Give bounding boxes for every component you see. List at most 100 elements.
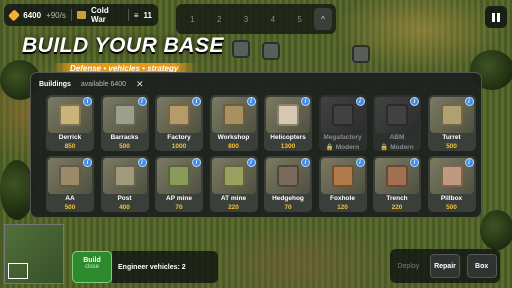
building-card-workshop[interactable]: i Workshop 800 xyxy=(209,95,258,151)
resource-bar: 6400 +90/s Cold War ≡ 11 xyxy=(4,4,158,26)
building-card-derrick[interactable]: i Derrick 850 xyxy=(46,95,94,151)
panel-title: Buildings xyxy=(39,81,71,88)
build-label: Build xyxy=(83,257,101,264)
building-card-abm[interactable]: i ABM 🔒 Modern xyxy=(373,95,421,151)
pause-button[interactable] xyxy=(485,6,507,28)
promo-banner: BUILD YOUR BASE Defense • vehicles • str… xyxy=(22,34,224,76)
level-value: 11 xyxy=(143,10,152,20)
building-card-megafactory[interactable]: i Megafactory 🔒 Modern xyxy=(318,95,367,151)
info-icon[interactable]: i xyxy=(464,97,474,106)
close-panel-button[interactable]: ✕ xyxy=(136,79,144,90)
building-price: 850 xyxy=(64,143,76,150)
building-card-factory[interactable]: i Factory 1000 xyxy=(155,95,203,151)
building-name: Helicopters xyxy=(270,134,306,141)
building-card-post[interactable]: i Post 400 xyxy=(100,156,149,212)
building-card-trench[interactable]: i Trench 220 xyxy=(373,156,421,212)
info-icon[interactable]: i xyxy=(83,158,92,167)
building-name: Post xyxy=(117,195,132,202)
info-icon[interactable]: i xyxy=(192,97,201,106)
building-card-barracks[interactable]: i Barracks 500 xyxy=(100,95,149,151)
building-price: 500 xyxy=(64,204,76,211)
building-name: Foxhole xyxy=(330,195,355,202)
building-name: Pillbox xyxy=(440,195,463,202)
info-icon[interactable]: i xyxy=(301,97,310,106)
info-icon[interactable]: i xyxy=(83,97,92,106)
expand-slots-button[interactable]: ^ xyxy=(313,8,332,30)
faction-name: Cold War xyxy=(90,6,109,24)
slot-1[interactable]: 1 xyxy=(180,8,205,30)
building-name: Hedgehog xyxy=(272,195,304,202)
slot-3[interactable]: 3 xyxy=(234,8,259,30)
building-price: 500 xyxy=(446,204,457,211)
gold-icon xyxy=(8,8,21,22)
banner-title: BUILD YOUR BASE xyxy=(22,34,224,57)
minimap[interactable] xyxy=(4,224,64,284)
building-price: 120 xyxy=(337,204,348,211)
info-icon[interactable]: i xyxy=(410,97,419,106)
map-building[interactable] xyxy=(232,40,250,58)
pause-icon xyxy=(497,12,500,22)
tree xyxy=(480,210,512,250)
building-price: 70 xyxy=(284,204,292,211)
info-icon[interactable]: i xyxy=(246,158,256,167)
tree xyxy=(0,160,34,220)
building-card-helicopters[interactable]: i Helicopters 1300 xyxy=(264,95,312,151)
info-icon[interactable]: i xyxy=(301,158,310,167)
building-name: Trench xyxy=(386,195,408,202)
info-icon[interactable]: i xyxy=(137,97,147,106)
info-icon[interactable]: i xyxy=(137,158,147,167)
building-card-at-mine[interactable]: i AT mine 220 xyxy=(209,156,258,212)
info-icon[interactable]: i xyxy=(410,158,419,167)
building-name: ABM xyxy=(389,134,405,141)
build-button[interactable]: Build close xyxy=(72,251,112,283)
map-building[interactable] xyxy=(262,42,280,60)
info-icon[interactable]: i xyxy=(355,97,365,106)
building-name: Megafactory xyxy=(323,134,362,141)
building-price: 🔒 Modern xyxy=(325,144,360,151)
building-price: 220 xyxy=(228,204,239,211)
engineer-count: Engineer vehicles: 2 xyxy=(112,251,218,283)
slot-2[interactable]: 2 xyxy=(207,8,232,30)
buildings-panel: Buildings available 6400 ✕ i Derrick 850 i B… xyxy=(30,72,482,218)
building-card-aa[interactable]: i AA 500 xyxy=(46,156,94,212)
info-icon[interactable]: i xyxy=(464,158,474,167)
building-name: Derrick xyxy=(58,134,82,141)
building-card-pillbox[interactable]: i Pillbox 500 xyxy=(427,156,476,212)
pause-icon xyxy=(492,12,495,22)
info-icon[interactable]: i xyxy=(246,97,256,106)
building-card-turret[interactable]: i Turret 500 xyxy=(427,95,476,151)
minimap-viewport[interactable] xyxy=(8,263,28,279)
building-price: 🔒 Modern xyxy=(380,144,414,151)
building-name: Factory xyxy=(167,134,191,141)
building-card-ap-mine[interactable]: i AP mine 70 xyxy=(155,156,203,212)
building-name: Barracks xyxy=(110,134,139,141)
gold-amount: 6400 xyxy=(23,10,42,20)
deploy-button[interactable]: Deploy xyxy=(393,254,423,278)
box-button[interactable]: Box xyxy=(466,254,497,278)
building-name: AA xyxy=(65,195,75,202)
slot-4[interactable]: 4 xyxy=(260,8,285,30)
building-name: Turret xyxy=(442,134,461,141)
gold-rate: +90/s xyxy=(46,10,66,20)
map-building[interactable] xyxy=(352,45,370,63)
panel-header: Buildings available 6400 ✕ xyxy=(39,79,144,90)
repair-button[interactable]: Repair xyxy=(429,254,460,278)
building-price: 1000 xyxy=(171,143,187,150)
building-price: 800 xyxy=(228,143,239,150)
building-card-foxhole[interactable]: i Foxhole 120 xyxy=(318,156,367,212)
building-price: 1300 xyxy=(280,143,296,150)
building-price: 70 xyxy=(175,204,183,211)
info-icon[interactable]: i xyxy=(192,158,201,167)
level-icon: ≡ xyxy=(133,10,139,20)
divider xyxy=(70,9,72,21)
game-map[interactable]: 6400 +90/s Cold War ≡ 11 1 2 3 4 5 ^ BUI… xyxy=(0,0,512,288)
building-name: AP mine xyxy=(166,195,192,202)
building-price: 500 xyxy=(446,143,457,150)
slot-5[interactable]: 5 xyxy=(287,8,312,30)
faction-flag-icon xyxy=(76,11,86,19)
building-card-hedgehog[interactable]: i Hedgehog 70 xyxy=(264,156,312,212)
group-slots: 1 2 3 4 5 ^ xyxy=(176,4,336,34)
available-funds: available 6400 xyxy=(80,81,127,88)
building-name: Workshop xyxy=(217,134,250,141)
info-icon[interactable]: i xyxy=(355,158,365,167)
